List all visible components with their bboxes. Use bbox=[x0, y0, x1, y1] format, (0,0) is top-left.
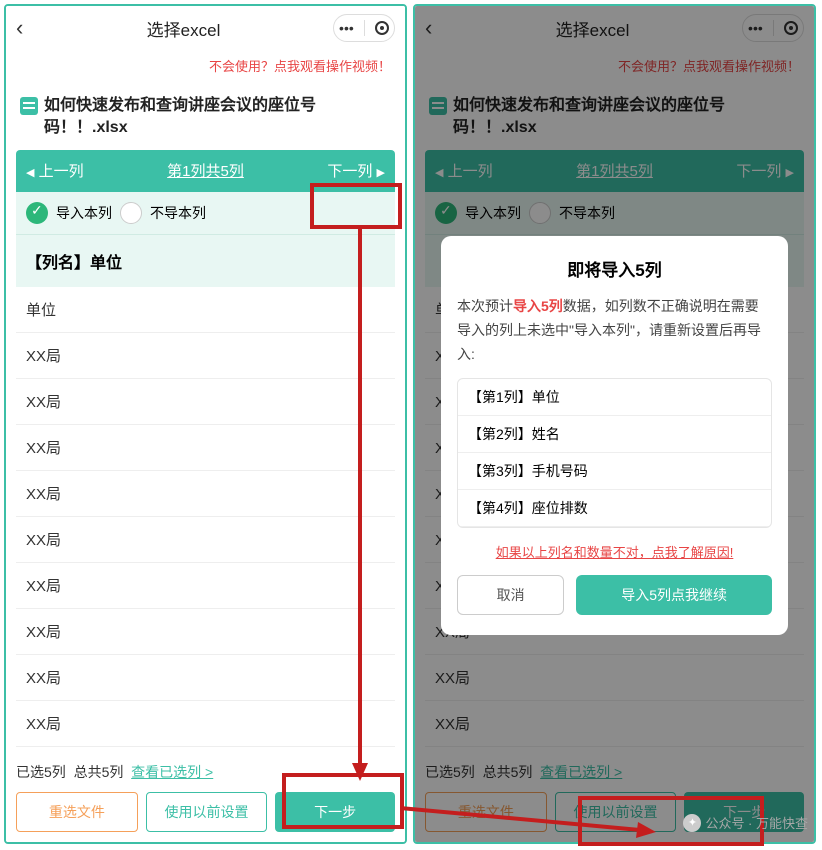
phone-right: ‹ 选择excel ••• 不会使用？点我观看操作视频！ 如何快速发布和查询讲座… bbox=[413, 4, 816, 844]
file-header: 如何快速发布和查询讲座会议的座位号码！！.xlsx bbox=[6, 81, 405, 150]
reselect-file-button[interactable]: 重选文件 bbox=[16, 792, 138, 832]
prev-column-button[interactable]: ◀ 上一列 bbox=[16, 160, 106, 181]
modal-column-item: 【第5列】座位号 bbox=[458, 527, 771, 528]
modal-warn-link[interactable]: 如果以上列名和数量不对，点我了解原因! bbox=[457, 542, 772, 561]
import-yes-label: 导入本列 bbox=[56, 203, 112, 223]
column-indicator[interactable]: 第1列共5列 bbox=[106, 160, 305, 181]
help-link[interactable]: 不会使用？点我观看操作视频！ bbox=[6, 50, 405, 81]
data-rows: 单位 XX局 XX局 XX局 XX局 XX局 XX局 XX局 XX局 XX局 bbox=[16, 287, 395, 747]
column-nav: ◀ 上一列 第1列共5列 下一列 ▶ bbox=[16, 150, 395, 192]
modal-title: 即将导入5列 bbox=[457, 256, 772, 281]
close-icon[interactable] bbox=[375, 21, 389, 35]
page-title: 选择excel bbox=[40, 16, 327, 41]
data-row: XX局 bbox=[16, 425, 395, 471]
import-no-radio[interactable] bbox=[120, 202, 142, 224]
selection-summary: 已选5列 总共5列 查看已选列 > bbox=[16, 762, 395, 792]
modal-column-list: 【第1列】单位 【第2列】姓名 【第3列】手机号码 【第4列】座位排数 【第5列… bbox=[457, 378, 772, 528]
modal-cancel-button[interactable]: 取消 bbox=[457, 575, 564, 615]
modal-column-item: 【第2列】姓名 bbox=[458, 416, 771, 453]
view-selected-link[interactable]: 查看已选列 > bbox=[131, 764, 213, 780]
use-prev-settings-button[interactable]: 使用以前设置 bbox=[146, 792, 268, 832]
modal-column-item: 【第4列】座位排数 bbox=[458, 490, 771, 527]
miniprogram-menu[interactable]: ••• bbox=[333, 14, 395, 42]
modal-confirm-button[interactable]: 导入5列点我继续 bbox=[576, 575, 772, 615]
data-row: 单位 bbox=[16, 287, 395, 333]
data-row: XX局 bbox=[16, 333, 395, 379]
wechat-icon: ✦ bbox=[683, 814, 701, 832]
data-row: XX局 bbox=[16, 609, 395, 655]
data-row: XX局 bbox=[16, 517, 395, 563]
import-no-label: 不导本列 bbox=[150, 203, 206, 223]
data-row: XX局 bbox=[16, 563, 395, 609]
data-row: XX局 bbox=[16, 701, 395, 747]
more-icon[interactable]: ••• bbox=[339, 20, 354, 36]
phone-left: ‹ 选择excel ••• 不会使用？点我观看操作视频！ 如何快速发布和查询讲座… bbox=[4, 4, 407, 844]
footer: 已选5列 总共5列 查看已选列 > 重选文件 使用以前设置 下一步 bbox=[6, 752, 405, 842]
data-row: XX局 bbox=[16, 655, 395, 701]
import-confirm-modal: 即将导入5列 本次预计导入5列数据，如列数不正确说明在需要导入的列上未选中"导入… bbox=[441, 236, 788, 635]
modal-column-item: 【第3列】手机号码 bbox=[458, 453, 771, 490]
modal-description: 本次预计导入5列数据，如列数不正确说明在需要导入的列上未选中"导入本列"，请重新… bbox=[457, 295, 772, 366]
next-column-button[interactable]: 下一列 ▶ bbox=[305, 160, 395, 181]
topbar: ‹ 选择excel ••• bbox=[6, 6, 405, 50]
next-step-button[interactable]: 下一步 bbox=[275, 792, 395, 832]
watermark: ✦ 公众号 · 万能快查 bbox=[683, 813, 808, 832]
modal-column-item: 【第1列】单位 bbox=[458, 379, 771, 416]
data-row: XX局 bbox=[16, 471, 395, 517]
data-row: XX局 bbox=[16, 379, 395, 425]
excel-icon bbox=[20, 97, 38, 115]
filename: 如何快速发布和查询讲座会议的座位号码！！.xlsx bbox=[44, 95, 391, 140]
back-icon[interactable]: ‹ bbox=[16, 15, 40, 41]
import-yes-radio[interactable] bbox=[26, 202, 48, 224]
import-toggle-row: 导入本列 不导本列 bbox=[16, 192, 395, 234]
column-name-header: 【列名】单位 bbox=[16, 234, 395, 287]
